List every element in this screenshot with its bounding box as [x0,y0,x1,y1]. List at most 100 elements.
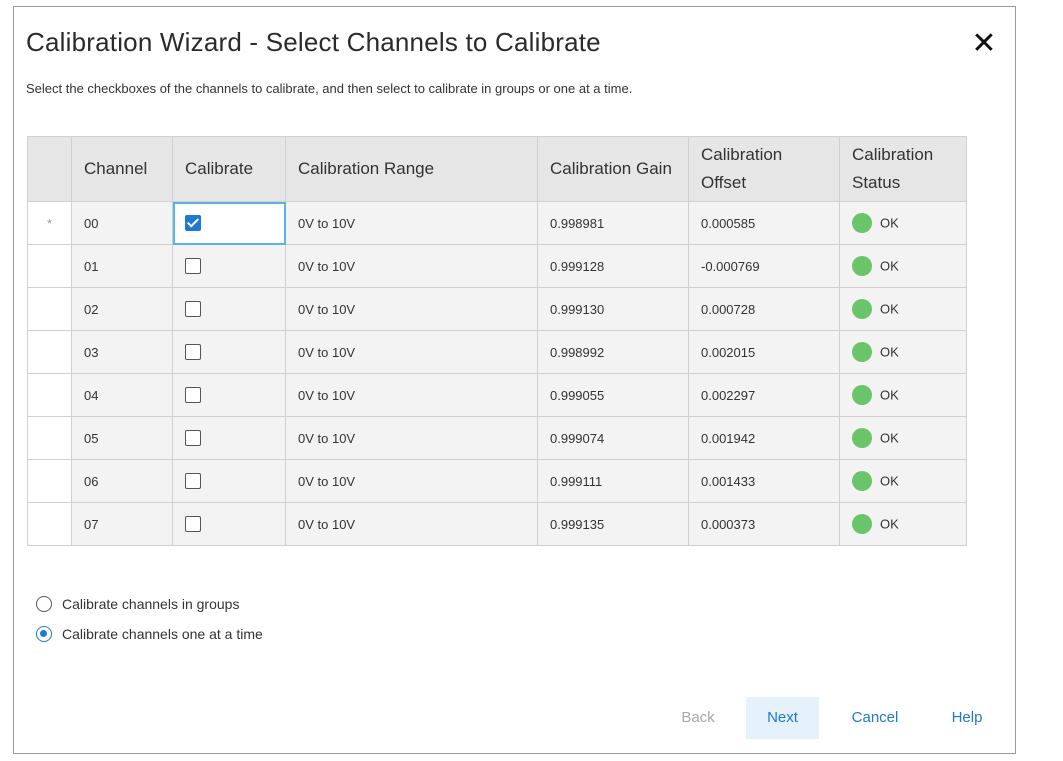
row-header-marker[interactable] [27,287,72,331]
status-ok-icon [852,471,872,491]
status-ok-icon [852,514,872,534]
help-button[interactable]: Help [939,697,995,739]
status-text: OK [880,215,899,231]
cell-channel: 07 [71,502,173,546]
channels-table-body: * 00 0V to 10V 0.998981 0.000585 OK 01 0V to 10… [27,201,967,546]
status-ok-icon [852,385,872,405]
cell-offset: 0.000585 [688,201,840,245]
calibrate-checkbox[interactable] [185,516,201,533]
cell-calibrate[interactable] [172,502,286,546]
cell-channel: 05 [71,416,173,460]
status-ok-icon [852,299,872,319]
cell-status: OK [839,201,967,245]
cell-gain: 0.999074 [537,416,689,460]
cell-range: 0V to 10V [285,373,538,417]
cell-calibrate[interactable] [172,373,286,417]
calibrate-checkbox[interactable] [185,430,201,447]
cell-offset: -0.000769 [688,244,840,288]
cell-status: OK [839,330,967,374]
table-row[interactable]: 04 0V to 10V 0.999055 0.002297 OK [27,373,967,417]
cell-status: OK [839,287,967,331]
cell-calibrate[interactable] [172,459,286,503]
row-header-marker[interactable]: * [27,201,72,245]
table-row[interactable]: 05 0V to 10V 0.999074 0.001942 OK [27,416,967,460]
cell-channel: 00 [71,201,173,245]
table-row[interactable]: 03 0V to 10V 0.998992 0.002015 OK [27,330,967,374]
column-header-gain[interactable]: Calibration Gain [537,136,689,202]
row-header-marker[interactable] [27,502,72,546]
close-icon[interactable]: ✕ [969,29,999,59]
status-text: OK [880,430,899,446]
row-header-corner [27,136,72,202]
calibrate-checkbox[interactable] [185,387,201,404]
cell-calibrate[interactable] [172,416,286,460]
row-header-marker[interactable] [27,244,72,288]
cell-gain: 0.999111 [537,459,689,503]
cell-gain: 0.999055 [537,373,689,417]
radio-button-icon[interactable] [36,596,52,612]
row-header-marker[interactable] [27,416,72,460]
cell-channel: 02 [71,287,173,331]
status-text: OK [880,344,899,360]
table-row[interactable]: 01 0V to 10V 0.999128 -0.000769 OK [27,244,967,288]
table-row[interactable]: 07 0V to 10V 0.999135 0.000373 OK [27,502,967,546]
cell-gain: 0.998981 [537,201,689,245]
table-row[interactable]: 06 0V to 10V 0.999111 0.001433 OK [27,459,967,503]
cell-status: OK [839,416,967,460]
radio-button-icon[interactable] [36,626,52,642]
cell-calibrate[interactable] [172,201,286,245]
calibrate-checkbox[interactable] [185,473,201,490]
row-header-marker[interactable] [27,330,72,374]
calibrate-checkbox[interactable] [185,301,201,318]
calibrate-checkbox[interactable] [185,215,201,232]
back-button[interactable]: Back [670,697,726,739]
table-row[interactable]: * 00 0V to 10V 0.998981 0.000585 OK [27,201,967,245]
status-ok-icon [852,428,872,448]
cell-offset: 0.002297 [688,373,840,417]
status-text: OK [880,473,899,489]
cell-range: 0V to 10V [285,201,538,245]
calibration-wizard-dialog: Calibration Wizard - Select Channels to … [13,6,1016,754]
cell-offset: 0.000728 [688,287,840,331]
cell-range: 0V to 10V [285,416,538,460]
cell-calibrate[interactable] [172,244,286,288]
column-header-channel[interactable]: Channel [71,136,173,202]
column-header-range[interactable]: Calibration Range [285,136,538,202]
cell-channel: 03 [71,330,173,374]
status-ok-icon [852,256,872,276]
cell-range: 0V to 10V [285,330,538,374]
calibrate-checkbox[interactable] [185,258,201,275]
status-ok-icon [852,213,872,233]
cell-offset: 0.001433 [688,459,840,503]
column-header-status[interactable]: Calibration Status [839,136,967,202]
status-text: OK [880,516,899,532]
status-ok-icon [852,342,872,362]
cell-status: OK [839,244,967,288]
cell-gain: 0.999135 [537,502,689,546]
next-button[interactable]: Next [746,697,819,739]
row-header-marker[interactable] [27,373,72,417]
cell-range: 0V to 10V [285,287,538,331]
cancel-button[interactable]: Cancel [840,697,910,739]
radio-label-groups: Calibrate channels in groups [62,596,240,612]
cell-gain: 0.999130 [537,287,689,331]
radio-calibrate-in-groups[interactable]: Calibrate channels in groups [36,589,263,619]
radio-label-one-at-a-time: Calibrate channels one at a time [62,626,263,642]
cell-range: 0V to 10V [285,459,538,503]
dialog-instructions: Select the checkboxes of the channels to… [26,81,633,96]
cell-status: OK [839,373,967,417]
cell-calibrate[interactable] [172,330,286,374]
cell-offset: 0.000373 [688,502,840,546]
calibrate-checkbox[interactable] [185,344,201,361]
row-header-marker[interactable] [27,459,72,503]
cell-range: 0V to 10V [285,502,538,546]
calibration-mode-group: Calibrate channels in groups Calibrate c… [36,589,263,649]
table-row[interactable]: 02 0V to 10V 0.999130 0.000728 OK [27,287,967,331]
channels-table: Channel Calibrate Calibration Range Cali… [27,136,967,546]
column-header-calibrate[interactable]: Calibrate [172,136,286,202]
status-text: OK [880,258,899,274]
radio-calibrate-one-at-a-time[interactable]: Calibrate channels one at a time [36,619,263,649]
cell-calibrate[interactable] [172,287,286,331]
column-header-offset[interactable]: Calibration Offset [688,136,840,202]
cell-status: OK [839,459,967,503]
